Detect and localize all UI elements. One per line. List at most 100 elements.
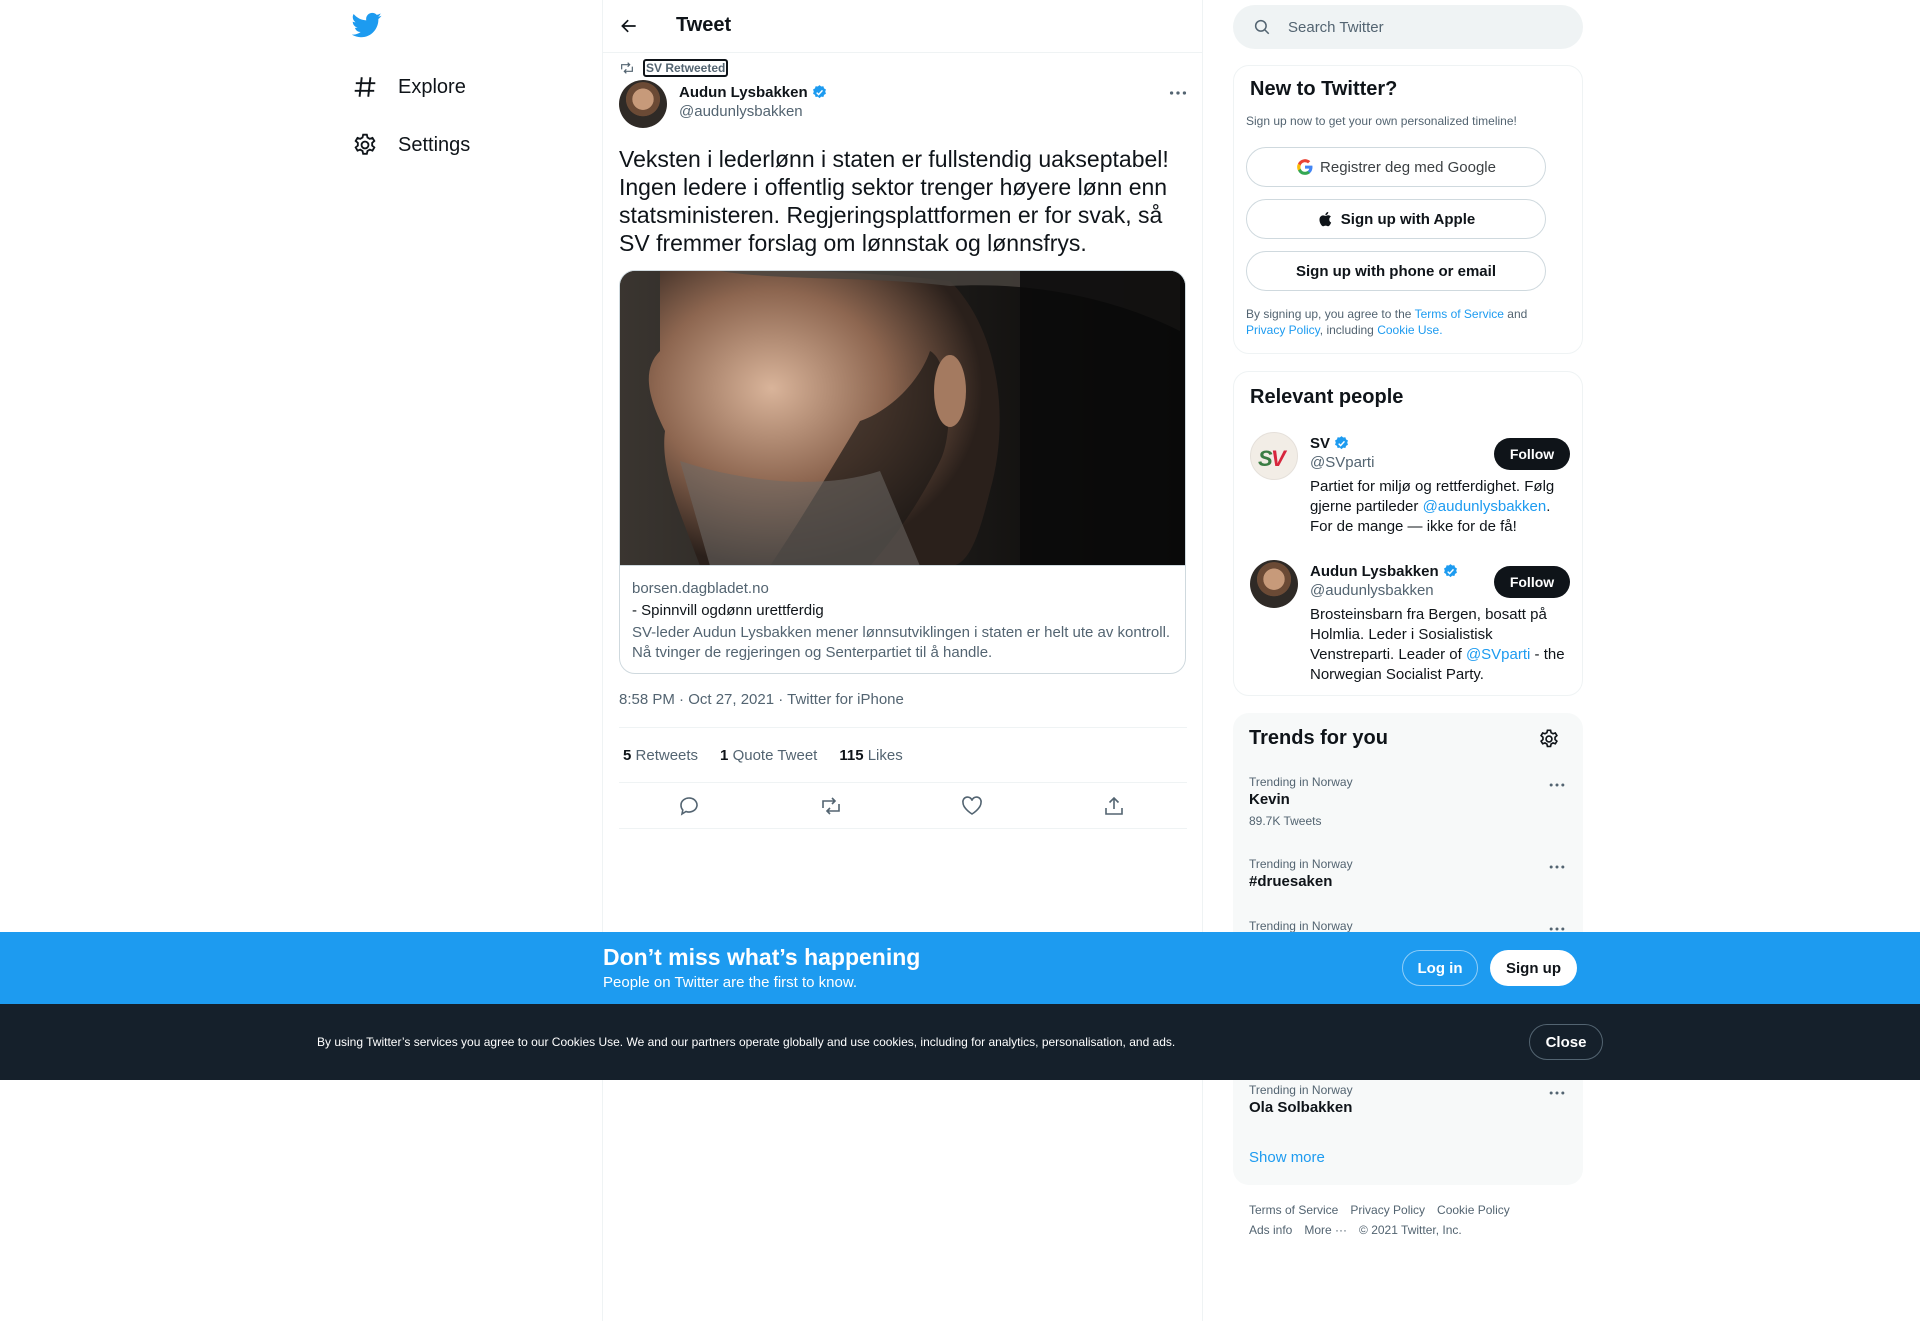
legal-prefix: By signing up, you agree to the <box>1246 307 1412 321</box>
verified-badge-icon <box>1443 564 1457 578</box>
sv-avatar[interactable]: S V <box>1250 432 1298 480</box>
retweets-count: 5 <box>623 746 632 764</box>
likes-label: Likes <box>867 746 903 764</box>
nav-explore[interactable]: Explore <box>352 67 466 107</box>
trend-item[interactable]: Trending in Norway Ola Solbakken <box>1249 1083 1569 1116</box>
retweet-icon <box>621 62 633 74</box>
search-icon <box>1254 19 1270 35</box>
verified-badge-icon <box>1335 436 1348 450</box>
signup-legal-text: By signing up, you agree to the Terms of… <box>1246 306 1566 338</box>
privacy-link[interactable]: Privacy Policy <box>1246 323 1320 337</box>
trend-item[interactable]: Trending in Norway <box>1249 919 1569 933</box>
signup-banner: Don’t miss what’s happening People on Tw… <box>0 932 1920 1004</box>
search-box[interactable] <box>1233 5 1583 49</box>
close-cookie-button[interactable]: Close <box>1529 1024 1603 1060</box>
trend-name: #druesaken <box>1249 873 1333 890</box>
trend-item[interactable]: Trending in Norway #druesaken <box>1249 857 1569 890</box>
author-name[interactable]: Audun Lysbakken <box>679 84 808 101</box>
person-name[interactable]: Audun Lysbakken <box>1310 563 1439 580</box>
trend-name: Kevin <box>1249 791 1290 808</box>
card-domain: borsen.dagbladet.no <box>632 580 769 597</box>
nav-settings-label: Settings <box>398 133 471 156</box>
google-g-icon <box>1297 159 1313 175</box>
follow-button[interactable]: Follow <box>1494 566 1570 598</box>
quotes-count: 1 <box>720 746 729 764</box>
terms-link[interactable]: Terms of Service <box>1415 307 1504 321</box>
trend-item[interactable]: Trending in Norway Kevin 89.7K Tweets <box>1249 775 1569 828</box>
tweet-timestamp[interactable]: 8:58 PM · Oct 27, 2021 · Twitter for iPh… <box>619 691 904 708</box>
bio-mention-link[interactable]: @audunlysbakken <box>1423 498 1547 515</box>
footer-link[interactable]: Terms of Service <box>1249 1203 1338 1217</box>
card-description: SV-leder Audun Lysbakken mener lønnsutvi… <box>632 624 1171 661</box>
trend-name: Ola Solbakken <box>1249 1099 1353 1116</box>
page-title: Tweet <box>676 14 732 36</box>
trends-settings-gear-icon[interactable] <box>1538 728 1560 750</box>
retweet-action-icon[interactable] <box>819 794 843 818</box>
person-handle[interactable]: @SVparti <box>1310 454 1374 471</box>
more-options-icon[interactable] <box>1547 1083 1567 1103</box>
copyright: © 2021 Twitter, Inc. <box>1359 1223 1462 1237</box>
footer-link[interactable]: Cookie Policy <box>1437 1203 1510 1217</box>
show-more-link[interactable]: Show more <box>1249 1149 1325 1166</box>
footer-link[interactable]: Privacy Policy <box>1350 1203 1425 1217</box>
google-signup-label: Registrer deg med Google <box>1320 158 1496 176</box>
likes-stat[interactable]: 115 Likes <box>839 747 902 764</box>
person-card[interactable]: Audun Lysbakken @audunlysbakken Follow B… <box>1250 560 1570 690</box>
relevant-people-title: Relevant people <box>1250 386 1404 408</box>
person-handle[interactable]: @audunlysbakken <box>1310 582 1434 599</box>
person-bio: Partiet for miljø og rettferdighet. Følg… <box>1310 477 1572 537</box>
banner-subheading: People on Twitter are the first to know. <box>603 974 858 991</box>
legal-including: , including <box>1319 323 1374 337</box>
retweeted-by-link[interactable]: SV Retweeted <box>643 59 729 77</box>
footer-links: Terms of Service Privacy Policy Cookie Pol… <box>1249 1200 1579 1240</box>
nav-explore-label: Explore <box>398 75 466 98</box>
tweet-text: Veksten i lederlønn i staten er fullsten… <box>619 146 1169 256</box>
trend-context: Trending in Norway <box>1249 857 1353 871</box>
link-card[interactable]: borsen.dagbladet.no - Spinnvill ogdønn u… <box>619 270 1186 674</box>
nav-settings[interactable]: Settings <box>352 125 470 165</box>
footer-link[interactable]: Ads info <box>1249 1223 1292 1237</box>
share-icon[interactable] <box>1102 794 1126 818</box>
trends-title: Trends for you <box>1249 727 1388 749</box>
retweeted-indicator: SV Retweeted <box>619 59 729 77</box>
trend-count: 89.7K Tweets <box>1249 814 1322 828</box>
like-icon[interactable] <box>960 794 984 818</box>
back-arrow-icon[interactable] <box>619 16 639 36</box>
likes-count: 115 <box>839 746 864 764</box>
bio-mention-link[interactable]: @SVparti <box>1466 646 1530 663</box>
card-image <box>620 271 1185 566</box>
twitter-logo-icon[interactable] <box>352 10 382 40</box>
more-options-icon[interactable] <box>1547 775 1567 795</box>
follow-button[interactable]: Follow <box>1494 438 1570 470</box>
card-title: - Spinnvill ogdønn urettferdig <box>632 602 824 619</box>
person-name[interactable]: SV <box>1310 435 1330 452</box>
cookie-use-link[interactable]: Cookie Use. <box>1377 323 1442 337</box>
quotes-stat[interactable]: 1 Quote Tweet <box>720 747 817 764</box>
phone-email-signup-button[interactable]: Sign up with phone or email <box>1246 251 1546 291</box>
more-options-icon[interactable] <box>1547 857 1567 877</box>
login-button[interactable]: Log in <box>1402 950 1478 986</box>
more-options-icon[interactable] <box>1167 82 1189 104</box>
author-handle[interactable]: @audunlysbakken <box>679 103 828 120</box>
signup-title: New to Twitter? <box>1250 78 1398 100</box>
footer-more-link[interactable]: More ··· <box>1304 1223 1347 1237</box>
google-signup-button[interactable]: Registrer deg med Google <box>1246 147 1546 187</box>
cookie-text: By using Twitter’s services you agree to… <box>317 1035 1176 1049</box>
portrait-photo <box>620 271 1185 565</box>
tweet-stats: 5 Retweets 1 Quote Tweet 115 Likes <box>619 727 1187 783</box>
apple-signup-button[interactable]: Sign up with Apple <box>1246 199 1546 239</box>
search-input[interactable] <box>1288 5 1568 49</box>
person-bio: Brosteinsbarn fra Bergen, bosatt på Holm… <box>1310 605 1572 685</box>
author-avatar[interactable] <box>619 80 667 128</box>
reply-icon[interactable] <box>677 794 701 818</box>
signup-button[interactable]: Sign up <box>1490 950 1577 986</box>
sv-logo-icon: S V <box>1258 446 1288 471</box>
trend-context: Trending in Norway <box>1249 775 1353 789</box>
signup-subtitle: Sign up now to get your own personalized… <box>1246 114 1517 128</box>
apple-signup-label: Sign up with Apple <box>1340 210 1476 228</box>
retweets-label: Retweets <box>635 746 699 764</box>
tweet-header: Tweet <box>603 0 1203 53</box>
person-card[interactable]: S V SV @SVparti Follow Partiet for miljø… <box>1250 432 1570 542</box>
person-avatar[interactable] <box>1250 560 1298 608</box>
retweets-stat[interactable]: 5 Retweets <box>623 747 698 764</box>
